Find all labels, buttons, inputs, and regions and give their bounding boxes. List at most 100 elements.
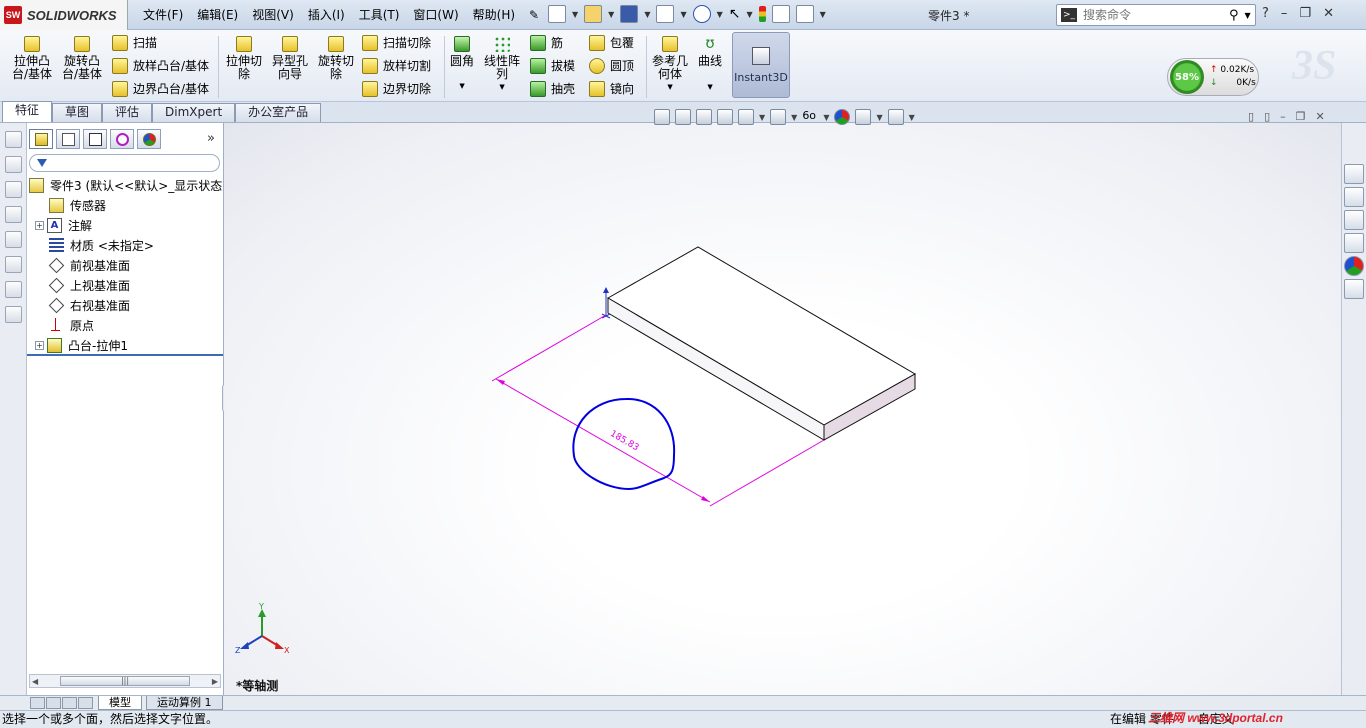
tab-features[interactable]: 特征: [2, 101, 53, 122]
chevron-down-icon[interactable]: ▼: [572, 10, 578, 19]
scroll-left-icon[interactable]: ◀: [32, 677, 38, 686]
surface-finish-icon[interactable]: [4, 231, 22, 248]
first-tab-icon[interactable]: [30, 697, 45, 709]
hide-show-icon[interactable]: [4, 306, 22, 323]
linear-pattern-button[interactable]: 线性阵 列 ▼: [484, 36, 520, 94]
mirror-button[interactable]: 镜向: [589, 80, 634, 97]
fillet-button[interactable]: 圆角 ▼: [450, 36, 474, 93]
viewport-close-icon[interactable]: ✕: [1316, 110, 1325, 123]
tree-item-boss-extrude1[interactable]: + 凸台-拉伸1: [27, 335, 223, 355]
tree-item-sensors[interactable]: 传感器: [27, 195, 223, 215]
tree-item-top-plane[interactable]: 上视基准面: [27, 275, 223, 295]
feature-manager-tab[interactable]: [29, 129, 53, 149]
appearances-icon[interactable]: [1344, 256, 1364, 276]
chevron-down-icon[interactable]: ▼: [909, 113, 915, 122]
save-icon[interactable]: [620, 5, 639, 23]
chevron-down-icon[interactable]: ▼: [1245, 11, 1251, 20]
chevron-down-icon[interactable]: ▼: [608, 10, 614, 19]
tab-sketch[interactable]: 草图: [52, 103, 103, 122]
chevron-down-icon[interactable]: ▼: [707, 81, 712, 94]
tree-item-annotations[interactable]: + A 注解: [27, 215, 223, 235]
select-pointer-icon[interactable]: ↖: [729, 6, 741, 22]
close-button[interactable]: ✕: [1323, 6, 1334, 21]
chevron-down-icon[interactable]: ▼: [791, 113, 797, 122]
tab-model[interactable]: 模型: [98, 696, 142, 710]
boss-extrude-button[interactable]: 拉伸凸 台/基体: [12, 36, 52, 81]
model-canvas[interactable]: 185.83 Y X Z: [224, 123, 1341, 695]
scroll-right-icon[interactable]: ▶: [212, 677, 218, 686]
apply-scene-icon[interactable]: [855, 109, 872, 125]
chevron-down-icon[interactable]: ▼: [644, 10, 650, 19]
design-library-icon[interactable]: [1344, 187, 1364, 207]
minimize-button[interactable]: –: [1281, 6, 1288, 21]
configuration-manager-tab[interactable]: [83, 129, 107, 149]
viewport-split-icon[interactable]: ▯: [1264, 110, 1270, 123]
search-input[interactable]: [1083, 8, 1223, 22]
help-icon[interactable]: ?: [1262, 6, 1269, 21]
tree-horizontal-scrollbar[interactable]: ◀ ||| ▶: [29, 674, 221, 688]
options-icon[interactable]: [795, 5, 814, 23]
revolve-cut-button[interactable]: 旋转切 除: [318, 36, 354, 81]
revolve-boss-button[interactable]: 旋转凸 台/基体: [62, 36, 102, 81]
tab-evaluate[interactable]: 评估: [102, 103, 153, 122]
graphics-area[interactable]: 185.83 Y X Z: [224, 123, 1341, 695]
menu-tools[interactable]: 工具(T): [352, 6, 407, 24]
chevron-down-icon[interactable]: ▼: [747, 10, 753, 19]
balloon-icon[interactable]: [4, 206, 22, 223]
curves-button[interactable]: ʊ 曲线 ▼: [698, 36, 722, 94]
instant3d-toggle[interactable]: Instant3D: [732, 32, 790, 98]
view-palette-icon[interactable]: [1344, 233, 1364, 253]
chevron-down-icon[interactable]: ▼: [876, 113, 882, 122]
hole-wizard-button[interactable]: 异型孔 向导: [272, 36, 308, 81]
menu-insert[interactable]: 插入(I): [301, 6, 352, 24]
viewport-tile-icon[interactable]: ▯: [1248, 110, 1254, 123]
wrap-button[interactable]: 包覆: [589, 34, 634, 51]
viewport-restore-icon[interactable]: ❐: [1296, 110, 1306, 123]
dome-button[interactable]: 圆顶: [589, 57, 634, 74]
next-tab-icon[interactable]: [62, 697, 77, 709]
chevron-down-icon[interactable]: ▼: [717, 10, 723, 19]
loft-boss-button[interactable]: 放样凸台/基体: [112, 57, 209, 74]
rib-button[interactable]: 筋: [530, 34, 563, 51]
solidworks-logo[interactable]: SW SOLIDWORKS: [0, 0, 128, 30]
scroll-thumb[interactable]: |||: [60, 676, 190, 686]
tree-item-origin[interactable]: 原点: [27, 315, 223, 335]
previous-view-icon[interactable]: [696, 109, 712, 125]
chevron-down-icon[interactable]: ▼: [499, 81, 504, 94]
view-orientation-icon[interactable]: [738, 109, 754, 125]
sketch-tool-icon[interactable]: [4, 131, 22, 148]
previous-tab-icon[interactable]: [46, 697, 61, 709]
sweep-button[interactable]: 扫描: [112, 34, 157, 51]
menu-window[interactable]: 窗口(W): [406, 6, 465, 24]
chevron-down-icon[interactable]: ▼: [680, 10, 686, 19]
search-icon[interactable]: ⚲: [1229, 8, 1239, 23]
new-document-icon[interactable]: [548, 5, 566, 23]
note-icon[interactable]: [4, 181, 22, 198]
loft-cut-button[interactable]: 放样切割: [362, 57, 431, 74]
draft-button[interactable]: 拔模: [530, 57, 575, 74]
menu-edit[interactable]: 编辑(E): [190, 6, 245, 24]
zoom-to-area-icon[interactable]: [675, 109, 691, 125]
boundary-boss-button[interactable]: 边界凸台/基体: [112, 80, 209, 97]
custom-properties-icon[interactable]: [1344, 279, 1364, 299]
viewport-minimize-icon[interactable]: –: [1280, 110, 1286, 123]
pin-icon[interactable]: ✎: [522, 6, 546, 24]
zoom-to-fit-icon[interactable]: [654, 109, 670, 125]
menu-view[interactable]: 视图(V): [245, 6, 301, 24]
expand-toggle-icon[interactable]: +: [35, 340, 44, 350]
rollback-bar[interactable]: [27, 354, 223, 356]
feature-filter-input[interactable]: [29, 154, 220, 172]
boundary-cut-button[interactable]: 边界切除: [362, 80, 431, 97]
file-properties-icon[interactable]: [771, 5, 790, 23]
reference-geometry-button[interactable]: 参考几 何体 ▼: [652, 36, 688, 94]
expand-panel-icon[interactable]: »: [207, 131, 215, 146]
tab-motion-study-1[interactable]: 运动算例 1: [146, 696, 223, 710]
search-commands[interactable]: >_ ⚲ ▼: [1056, 4, 1256, 26]
chevron-down-icon[interactable]: ▼: [667, 81, 672, 94]
chevron-down-icon[interactable]: ▼: [459, 80, 464, 93]
section-view-icon[interactable]: [717, 109, 733, 125]
edit-appearance-icon[interactable]: [834, 109, 851, 125]
display-manager-tab[interactable]: [137, 129, 161, 149]
chevron-down-icon[interactable]: ▼: [759, 113, 765, 122]
file-explorer-icon[interactable]: [1344, 210, 1364, 230]
